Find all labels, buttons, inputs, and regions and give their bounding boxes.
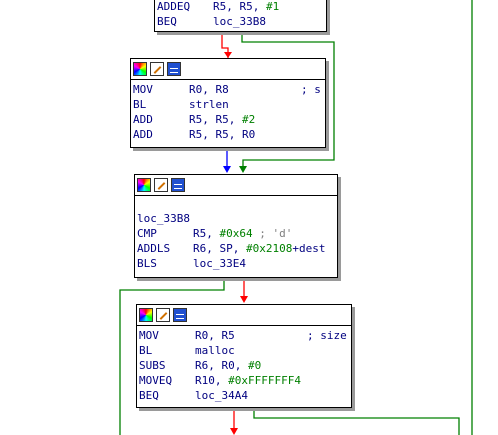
asm-line[interactable]: BL strlen [133,97,325,112]
basic-block-2[interactable]: loc_33B8 CMP R5, #0x64 ; 'd' ADDLS R6, SP,… [134,174,338,278]
asm-line[interactable]: MOVEQ R10, #0xFFFFFFF4 [139,373,351,388]
edge-true-3-next [253,407,460,435]
block-header [137,305,351,326]
graph-view-icon[interactable] [173,308,187,322]
edit-pencil-icon[interactable] [154,178,168,192]
asm-line[interactable]: MOV R0, R8; s [133,82,325,97]
edit-pencil-icon[interactable] [150,62,164,76]
edit-pencil-icon[interactable] [156,308,170,322]
asm-line[interactable]: BL malloc [139,343,351,358]
block-header [135,175,337,196]
asm-line[interactable]: ADDLS R6, SP, #0x2108 +dest [137,241,337,256]
asm-line[interactable]: BEQ loc_34A4 [139,388,351,403]
asm-line[interactable]: CMP R5, #0x64 ; 'd' [137,226,337,241]
asm-line[interactable]: BLS loc_33E4 [137,256,337,271]
asm-line[interactable]: ADD R5, R5, R0 [133,127,325,142]
block-header [131,59,325,80]
asm-line[interactable]: ADD R5, R5, #2 [133,112,325,127]
graph-view-icon[interactable] [171,178,185,192]
block-label[interactable]: loc_33B8 [137,211,337,226]
color-palette-icon[interactable] [139,308,153,322]
asm-line[interactable]: BEQ loc_33B8 [157,14,326,29]
graph-view-icon[interactable] [167,62,181,76]
basic-block-0[interactable]: ADDEQ R5, R5, #1 BEQ loc_33B8 [154,0,327,32]
asm-line[interactable]: SUBS R6, R0, #0 [139,358,351,373]
asm-line[interactable]: MOV R0, R5; size [139,328,351,343]
color-palette-icon[interactable] [137,178,151,192]
basic-block-1[interactable]: MOV R0, R8; s BL strlen ADD R5, R5, #2 ADD R… [130,58,326,148]
color-palette-icon[interactable] [133,62,147,76]
asm-line[interactable]: ADDEQ R5, R5, #1 [157,0,326,14]
basic-block-3[interactable]: MOV R0, R5; size BL malloc SUBS R6, R0, #0 … [136,304,352,408]
